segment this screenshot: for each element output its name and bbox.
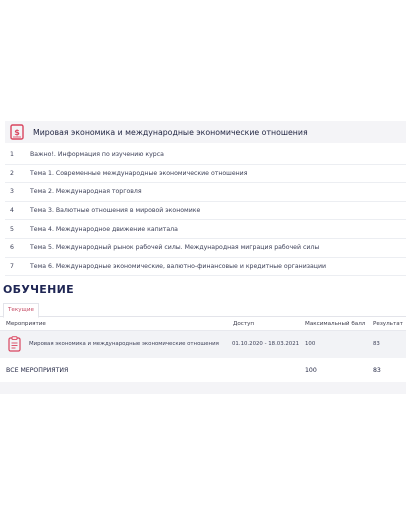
clipboard-icon <box>8 336 21 352</box>
tab-bar: Текущие <box>0 302 406 318</box>
footer-strip <box>0 382 406 394</box>
topic-link[interactable]: Тема 3. Валютные отношения в мировой эко… <box>30 207 200 214</box>
event-access-dates: 01.10.2020 - 18.03.2021 <box>232 341 300 347</box>
topic-link[interactable]: Важно!. Информация по изучению курса <box>30 151 164 158</box>
topic-link[interactable]: Тема 5. Международный рынок рабочей силы… <box>30 244 319 251</box>
topic-number: 3 <box>10 188 14 196</box>
section-title: ОБУЧЕНИЕ <box>3 283 74 296</box>
topic-item[interactable]: 5 Тема 4. Международное движение капитал… <box>5 220 406 239</box>
tab-current[interactable]: Текущие <box>3 303 39 318</box>
totals-row: ВСЕ МЕРОПРИЯТИЯ 100 83 <box>0 360 406 383</box>
topic-number: 1 <box>10 151 14 159</box>
totals-result: 83 <box>373 367 381 374</box>
event-max-score: 100 <box>305 341 316 347</box>
topic-number: 6 <box>10 244 14 252</box>
totals-max-score: 100 <box>305 367 317 374</box>
svg-text:$: $ <box>14 128 20 137</box>
topic-link[interactable]: Тема 4. Международное движение капитала <box>30 226 178 233</box>
topic-number: 2 <box>10 169 14 177</box>
topic-number: 7 <box>10 262 14 270</box>
topic-item[interactable]: 7 Тема 6. Международные экономические, в… <box>5 257 406 277</box>
event-title-link[interactable]: Мировая экономика и международные эконом… <box>29 341 219 347</box>
column-header-access[interactable]: Доступ <box>233 321 254 327</box>
totals-label: ВСЕ МЕРОПРИЯТИЯ <box>6 367 69 374</box>
course-header[interactable]: $ Мировая экономика и международные экон… <box>5 121 406 143</box>
topic-item[interactable]: 4 Тема 3. Валютные отношения в мировой э… <box>5 201 406 221</box>
topic-item[interactable]: 3 Тема 2. Международная торговля <box>5 183 406 202</box>
course-title: Мировая экономика и международные эконом… <box>33 127 308 137</box>
topic-number: 4 <box>10 207 14 215</box>
topic-link[interactable]: Тема 2. Международная торговля <box>30 188 142 195</box>
topic-item[interactable]: 2 Тема 1. Современные международные экон… <box>5 164 406 184</box>
dollar-document-icon: $ <box>10 124 24 140</box>
topic-number: 5 <box>10 225 14 233</box>
table-header: Мероприятие Доступ Максимальный балл Рез… <box>0 318 406 331</box>
event-result: 83 <box>373 341 380 347</box>
topic-link[interactable]: Тема 1. Современные международные эконом… <box>30 170 247 177</box>
column-header-result[interactable]: Результат <box>373 321 403 327</box>
column-header-event[interactable]: Мероприятие <box>6 321 46 327</box>
table-row[interactable]: Мировая экономика и международные эконом… <box>0 331 406 358</box>
topic-item[interactable]: 6 Тема 5. Международный рынок рабочей си… <box>5 238 406 258</box>
topic-link[interactable]: Тема 6. Международные экономические, вал… <box>30 263 326 270</box>
column-header-max-score[interactable]: Максимальный балл <box>305 321 365 327</box>
topic-list: 1 Важно!. Информация по изучению курса 2… <box>5 146 406 277</box>
topic-item[interactable]: 1 Важно!. Информация по изучению курса <box>5 146 406 165</box>
